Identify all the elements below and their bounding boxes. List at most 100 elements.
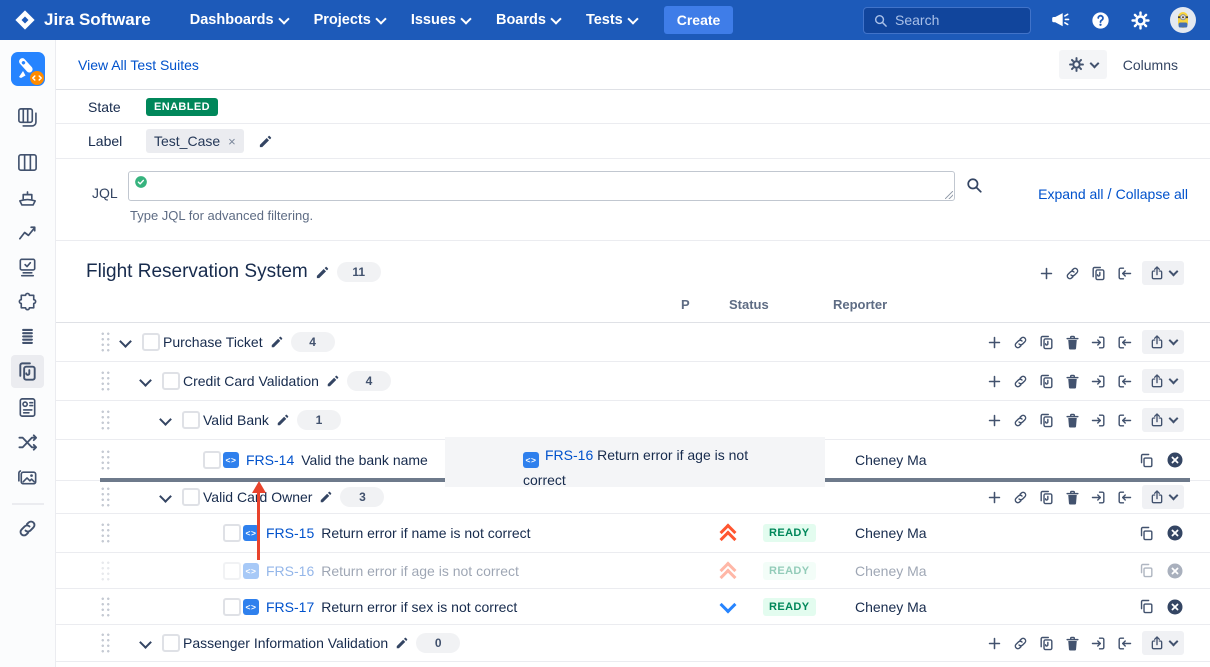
drag-handle-icon[interactable] xyxy=(100,449,111,471)
export-menu-button[interactable] xyxy=(1142,631,1184,655)
row-checkbox[interactable] xyxy=(223,524,241,542)
import-icon[interactable] xyxy=(1116,635,1133,652)
edit-pencil-icon[interactable] xyxy=(326,374,340,388)
add-icon[interactable] xyxy=(986,373,1003,390)
export-menu-button[interactable] xyxy=(1142,330,1184,354)
row-checkbox[interactable] xyxy=(223,562,241,580)
pages-icon[interactable] xyxy=(1038,635,1055,652)
trash-icon[interactable] xyxy=(1064,334,1081,351)
copy-icon[interactable] xyxy=(1138,562,1155,579)
drag-handle-icon[interactable] xyxy=(100,560,111,582)
jira-logo-brand[interactable]: Jira Software xyxy=(14,9,151,31)
drag-handle-icon[interactable] xyxy=(100,409,111,431)
columns-button[interactable]: Columns xyxy=(1123,57,1178,73)
jql-input[interactable] xyxy=(128,171,955,201)
sidebar-item-queue[interactable] xyxy=(17,326,38,347)
expand-chevron-icon[interactable] xyxy=(141,634,150,652)
settings-gear-icon[interactable] xyxy=(1130,10,1151,31)
drag-handle-icon[interactable] xyxy=(100,632,111,654)
issue-key-link[interactable]: FRS-16 xyxy=(266,563,314,579)
export-icon[interactable] xyxy=(1090,373,1107,390)
import-icon[interactable] xyxy=(1116,412,1133,429)
copy-icon[interactable] xyxy=(1138,598,1155,615)
add-icon[interactable] xyxy=(1038,265,1055,282)
export-menu-button[interactable] xyxy=(1142,261,1184,285)
sidebar-item-media[interactable] xyxy=(16,466,39,489)
pages-icon[interactable] xyxy=(1038,412,1055,429)
export-icon[interactable] xyxy=(1090,412,1107,429)
row-checkbox[interactable] xyxy=(162,634,180,652)
sidebar-item-test-suites-selected[interactable] xyxy=(11,355,44,388)
expand-chevron-icon[interactable] xyxy=(121,333,130,351)
user-avatar[interactable] xyxy=(1170,7,1196,33)
nav-item-boards[interactable]: Boards xyxy=(496,12,560,28)
textarea-resize-grip[interactable] xyxy=(945,191,953,199)
sidebar-item-backlog[interactable] xyxy=(16,106,39,129)
drag-handle-icon[interactable] xyxy=(100,596,111,618)
nav-item-dashboards[interactable]: Dashboards xyxy=(190,12,288,28)
table-settings-button[interactable] xyxy=(1059,50,1107,79)
remove-x-circle-icon[interactable] xyxy=(1166,598,1184,616)
sidebar-item-shuffle[interactable] xyxy=(16,431,39,454)
issue-key-link[interactable]: FRS-17 xyxy=(266,599,314,615)
sidebar-item-addons[interactable] xyxy=(16,291,39,314)
drag-handle-icon[interactable] xyxy=(100,486,111,508)
remove-x-circle-icon[interactable] xyxy=(1166,524,1184,542)
row-checkbox[interactable] xyxy=(223,598,241,616)
export-menu-button[interactable] xyxy=(1142,369,1184,393)
export-menu-button[interactable] xyxy=(1142,408,1184,432)
edit-pencil-icon[interactable] xyxy=(395,636,409,650)
link-icon[interactable] xyxy=(1012,373,1029,390)
add-icon[interactable] xyxy=(986,412,1003,429)
export-icon[interactable] xyxy=(1090,334,1107,351)
sidebar-item-board[interactable] xyxy=(16,151,39,174)
copy-icon[interactable] xyxy=(1138,525,1155,542)
sidebar-item-releases[interactable] xyxy=(16,186,39,209)
issue-key-link[interactable]: FRS-14 xyxy=(246,452,294,468)
jql-search-icon[interactable] xyxy=(965,176,983,194)
import-icon[interactable] xyxy=(1116,489,1133,506)
sidebar-item-test-report[interactable] xyxy=(16,396,39,419)
edit-pencil-icon[interactable] xyxy=(270,335,284,349)
drag-handle-icon[interactable] xyxy=(100,331,111,353)
add-icon[interactable] xyxy=(986,334,1003,351)
pages-icon[interactable] xyxy=(1090,265,1107,282)
link-icon[interactable] xyxy=(1012,334,1029,351)
label-chip[interactable]: Test_Case × xyxy=(146,129,244,153)
expand-all-link[interactable]: Expand all xyxy=(1038,186,1103,202)
export-icon[interactable] xyxy=(1090,635,1107,652)
sidebar-item-test-sessions[interactable] xyxy=(16,256,39,279)
trash-icon[interactable] xyxy=(1064,635,1081,652)
edit-suite-pencil-icon[interactable] xyxy=(315,265,330,280)
pages-icon[interactable] xyxy=(1038,489,1055,506)
export-icon[interactable] xyxy=(1090,489,1107,506)
link-icon[interactable] xyxy=(1012,635,1029,652)
help-icon[interactable] xyxy=(1090,10,1111,31)
link-icon[interactable] xyxy=(1012,412,1029,429)
link-icon[interactable] xyxy=(1064,265,1081,282)
create-button[interactable]: Create xyxy=(664,6,734,34)
pages-icon[interactable] xyxy=(1038,334,1055,351)
row-checkbox[interactable] xyxy=(182,411,200,429)
trash-icon[interactable] xyxy=(1064,412,1081,429)
nav-item-projects[interactable]: Projects xyxy=(314,12,385,28)
expand-chevron-icon[interactable] xyxy=(141,372,150,390)
sidebar-item-links[interactable] xyxy=(16,517,39,540)
import-icon[interactable] xyxy=(1116,265,1133,282)
edit-pencil-icon[interactable] xyxy=(276,413,290,427)
remove-label-icon[interactable]: × xyxy=(228,134,236,149)
drag-handle-icon[interactable] xyxy=(100,522,111,544)
expand-chevron-icon[interactable] xyxy=(161,411,170,429)
nav-item-tests[interactable]: Tests xyxy=(586,12,637,28)
row-checkbox[interactable] xyxy=(182,488,200,506)
remove-x-circle-icon[interactable] xyxy=(1166,451,1184,469)
row-checkbox[interactable] xyxy=(162,372,180,390)
add-icon[interactable] xyxy=(986,489,1003,506)
copy-icon[interactable] xyxy=(1138,452,1155,469)
issue-key-link[interactable]: FRS-15 xyxy=(266,525,314,541)
trash-icon[interactable] xyxy=(1064,489,1081,506)
trash-icon[interactable] xyxy=(1064,373,1081,390)
project-avatar[interactable] xyxy=(11,52,45,86)
nav-item-issues[interactable]: Issues xyxy=(411,12,470,28)
row-checkbox[interactable] xyxy=(142,333,160,351)
